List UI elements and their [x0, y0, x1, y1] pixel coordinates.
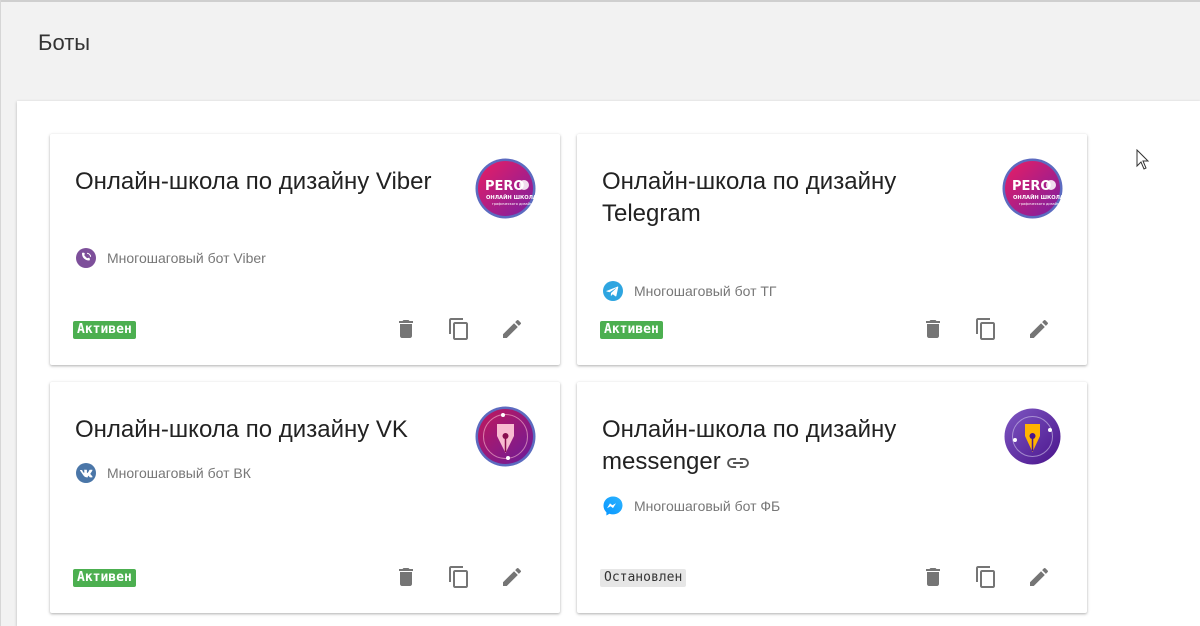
copy-button[interactable] [447, 565, 471, 589]
copy-icon [976, 566, 995, 588]
copy-icon [976, 318, 995, 340]
status-badge: Активен [73, 569, 136, 587]
svg-text:PERO: PERO [1012, 179, 1051, 194]
delete-button[interactable] [394, 565, 418, 589]
trash-icon [399, 320, 413, 338]
copy-button[interactable] [447, 317, 471, 341]
svg-text:графического дизайна: графического дизайна [492, 202, 534, 206]
edit-button[interactable] [500, 565, 524, 589]
bot-actions [921, 565, 1051, 589]
vk-icon [75, 462, 97, 484]
bot-card[interactable]: Онлайн-школа по дизайну Telegram Многоша… [577, 134, 1087, 365]
telegram-icon [602, 280, 624, 302]
copy-icon [449, 318, 468, 340]
mouse-cursor-icon [1136, 148, 1150, 176]
pencil-icon [1030, 567, 1049, 586]
link-icon[interactable] [726, 447, 749, 479]
trash-icon [926, 320, 940, 338]
bot-type-label: Многошаговый бот ВК [107, 465, 251, 481]
bot-type-label: Многошаговый бот Viber [107, 250, 266, 266]
pencil-icon [503, 319, 522, 338]
svg-text:графического дизайна: графического дизайна [1019, 202, 1061, 206]
bot-avatar: PERO ОНЛАЙН ШКОЛА графического дизайна [475, 158, 536, 219]
copy-icon [449, 566, 468, 588]
bot-title[interactable]: Онлайн-школа по дизайну Telegram [602, 166, 987, 230]
svg-text:ОНЛАЙН ШКОЛА: ОНЛАЙН ШКОЛА [486, 193, 536, 201]
bot-type-label: Многошаговый бот ФБ [634, 498, 781, 514]
svg-text:ОНЛАЙН ШКОЛА: ОНЛАЙН ШКОЛА [1013, 193, 1063, 201]
trash-icon [926, 568, 940, 586]
edit-button[interactable] [1027, 317, 1051, 341]
delete-button[interactable] [921, 565, 945, 589]
bot-type: Многошаговый бот ВК [75, 462, 251, 484]
bot-type-label: Многошаговый бот ТГ [634, 283, 777, 299]
bot-type: Многошаговый бот ФБ [602, 495, 780, 517]
bot-card[interactable]: Онлайн-школа по дизайну messenger Многош… [577, 382, 1087, 613]
copy-button[interactable] [974, 565, 998, 589]
bot-avatar: PERO ОНЛАЙН ШКОЛА графического дизайна [1002, 158, 1063, 219]
delete-button[interactable] [394, 317, 418, 341]
pencil-icon [503, 567, 522, 586]
bot-avatar [475, 406, 536, 467]
delete-button[interactable] [921, 317, 945, 341]
window-left-border [0, 0, 1, 626]
status-badge: Остановлен [600, 569, 687, 587]
bot-actions [394, 317, 524, 341]
bot-type: Многошаговый бот ТГ [602, 280, 777, 302]
messenger-icon [602, 495, 624, 517]
bot-title[interactable]: Онлайн-школа по дизайну Viber [75, 166, 460, 198]
viber-icon [75, 247, 97, 269]
edit-button[interactable] [500, 317, 524, 341]
edit-button[interactable] [1027, 565, 1051, 589]
bot-title[interactable]: Онлайн-школа по дизайну VK [75, 414, 460, 446]
bot-avatar [1004, 408, 1061, 465]
trash-icon [399, 568, 413, 586]
window-top-border [0, 0, 1200, 2]
status-badge: Активен [600, 321, 663, 339]
bot-card[interactable]: Онлайн-школа по дизайну VK Многошаговый … [50, 382, 560, 613]
status-badge: Активен [73, 321, 136, 339]
bot-title[interactable]: Онлайн-школа по дизайну messenger [602, 414, 987, 479]
bot-actions [394, 565, 524, 589]
page-title: Боты [38, 30, 91, 55]
bot-type: Многошаговый бот Viber [75, 247, 266, 269]
pencil-icon [1030, 319, 1049, 338]
bot-title-text[interactable]: Онлайн-школа по дизайну messenger [602, 416, 896, 475]
svg-text:PERO: PERO [485, 179, 524, 194]
bots-panel: Онлайн-школа по дизайну Viber Многошагов… [17, 101, 1200, 626]
bot-card[interactable]: Онлайн-школа по дизайну Viber Многошагов… [50, 134, 560, 365]
bot-actions [921, 317, 1051, 341]
copy-button[interactable] [974, 317, 998, 341]
